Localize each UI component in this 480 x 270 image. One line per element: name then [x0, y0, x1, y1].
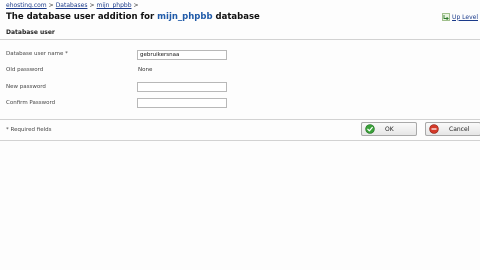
breadcrumb-item-databases[interactable]: Databases: [56, 2, 88, 9]
divider: [0, 39, 480, 40]
breadcrumb-separator: >: [48, 2, 54, 9]
old-password-value: None: [138, 67, 153, 73]
breadcrumb-item-home[interactable]: ehosting.com: [6, 2, 47, 9]
breadcrumb-separator: >: [133, 2, 139, 9]
confirm-password-input[interactable]: [137, 98, 227, 108]
page: ehosting.com > Databases > mijn_phpbb > The d…: [0, 0, 480, 270]
new-password-input[interactable]: [137, 82, 227, 92]
cancel-button-label: Cancel: [449, 125, 470, 133]
divider: [0, 119, 480, 120]
page-title-database-name: mijn_phpbb: [157, 12, 213, 22]
page-title-prefix: The database user addition for: [6, 12, 155, 22]
section-title: Database user: [6, 29, 55, 36]
up-level-link[interactable]: Up Level: [442, 13, 478, 21]
cancel-button[interactable]: Cancel: [425, 122, 480, 136]
username-input[interactable]: [137, 50, 227, 60]
required-fields-note: * Required fields: [6, 127, 52, 133]
breadcrumb: ehosting.com > Databases > mijn_phpbb >: [6, 2, 141, 9]
up-level-label: Up Level: [452, 13, 478, 21]
breadcrumb-separator: >: [89, 2, 95, 9]
ok-button-label: OK: [385, 125, 394, 133]
ok-button[interactable]: OK: [361, 122, 417, 136]
page-title-suffix: database: [215, 12, 260, 22]
up-level-arrow-icon: [442, 13, 450, 21]
checkmark-icon: [365, 124, 375, 134]
breadcrumb-item-database[interactable]: mijn_phpbb: [96, 2, 131, 9]
page-title: The database user addition for mijn_phpb…: [6, 12, 260, 22]
new-password-label: New password: [6, 84, 46, 90]
cancel-icon: [429, 124, 439, 134]
confirm-password-label: Confirm Password: [6, 100, 56, 106]
username-label: Database user name *: [6, 51, 68, 57]
divider: [0, 140, 480, 141]
old-password-label: Old password: [6, 67, 44, 73]
